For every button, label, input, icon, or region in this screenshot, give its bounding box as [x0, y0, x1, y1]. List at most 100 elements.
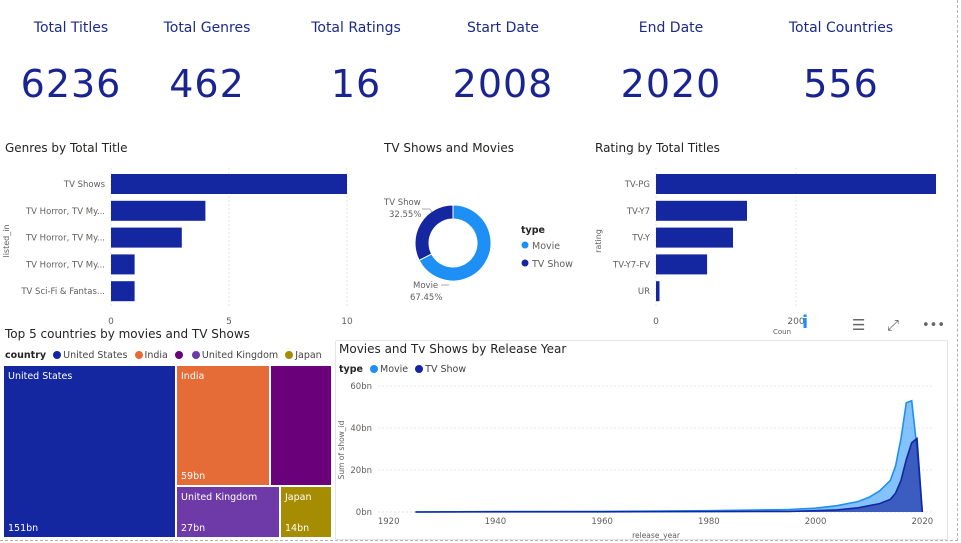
bar — [111, 227, 182, 248]
x-tick-label: 0 — [653, 317, 659, 327]
legend-item[interactable]: Japan — [295, 350, 322, 361]
treemap-cell-label: United Kingdom — [181, 492, 258, 503]
category-label: TV Shows — [63, 180, 106, 190]
genres-chart-title: Genres by Total Title — [5, 141, 128, 155]
category-label: UR — [638, 287, 650, 297]
rating-bar-chart: 0 200TV-PGTV-Y7TV-YTV-Y7-FVURratingCoun — [594, 168, 936, 336]
treemap-title: Top 5 countries by movies and TV Shows — [5, 327, 250, 341]
bar — [111, 200, 206, 221]
release-year-area-chart: 0bn 20bn 40bn 60bn 1920 1940 1960 1980 2000 2020 r… — [337, 382, 934, 540]
legend-item[interactable]: United Kingdom — [202, 350, 278, 361]
legend-dot — [415, 365, 424, 373]
x-tick-label: 2000 — [805, 517, 827, 527]
treemap-cell-label: United States — [8, 371, 73, 382]
legend-dot — [191, 351, 200, 359]
slice-percent-label: 32.55% — [389, 210, 421, 220]
release-year-legend: type Movie TV Show — [339, 364, 466, 375]
y-tick-label: 60bn — [350, 382, 372, 392]
rating-chart-title: Rating by Total Titles — [595, 141, 720, 155]
category-label: TV Horror, TV My... — [25, 260, 105, 270]
legend-dot — [134, 351, 143, 359]
treemap-cell-united-states[interactable]: United States 151bn — [3, 365, 176, 538]
kpi-label: Total Ratings — [311, 20, 401, 36]
category-label: TV Horror, TV My... — [25, 234, 105, 244]
treemap-cell-value: 27bn — [181, 523, 206, 534]
y-tick-label: 20bn — [350, 466, 372, 476]
x-tick-label: 5 — [226, 317, 232, 327]
bar — [111, 281, 135, 302]
legend-dot — [370, 365, 379, 373]
series-line — [415, 436, 924, 513]
legend-title: type — [339, 364, 363, 375]
y-tick-label: 0bn — [356, 508, 372, 518]
filter-icon[interactable]: ☰ — [852, 316, 865, 334]
x-tick-label: 1940 — [485, 517, 507, 527]
slice-category-label: Movie — [413, 281, 438, 291]
x-axis-label: release_year — [632, 531, 681, 540]
treemap-cell-unlabeled[interactable] — [270, 365, 332, 486]
category-label: TV-Y — [631, 234, 651, 244]
more-options-icon[interactable]: ••• — [922, 318, 945, 333]
legend-item[interactable]: United States — [63, 350, 127, 361]
kpi-value: 2008 — [452, 62, 554, 106]
kpi-label: Total Genres — [163, 20, 251, 36]
category-label: TV Horror, TV My... — [25, 207, 105, 217]
legend-dot — [53, 351, 62, 359]
x-axis-label: Coun — [773, 328, 791, 336]
treemap-cell-value: 59bn — [181, 471, 206, 482]
treemap-cell-united-kingdom[interactable]: United Kingdom 27bn — [176, 486, 280, 538]
series-area — [415, 438, 923, 512]
legend-item[interactable]: TV Show — [425, 364, 466, 375]
y-axis-label: listed_in — [2, 224, 11, 257]
y-axis-label: rating — [594, 229, 603, 253]
kpi-label: End Date — [638, 20, 704, 36]
x-tick-label: 2020 — [912, 517, 934, 527]
treemap-cell-india[interactable]: India 59bn — [176, 365, 270, 486]
series-line — [415, 399, 924, 513]
legend-dot — [174, 351, 183, 359]
x-tick-label: 1920 — [378, 517, 400, 527]
legend-title: type — [521, 225, 545, 236]
x-tick-label: 1980 — [698, 517, 720, 527]
focus-mode-icon[interactable]: ⤢ — [887, 316, 899, 334]
kpi-label: Start Date — [466, 20, 540, 36]
kpi-value: 2020 — [620, 62, 722, 106]
treemap-cell-label: India — [181, 371, 205, 382]
category-label: TV Sci-Fi & Fantas... — [20, 287, 105, 297]
type-donut-title: TV Shows and Movies — [384, 141, 514, 155]
legend-dot — [521, 241, 529, 249]
info-icon[interactable]: i — [802, 312, 808, 333]
type-donut-chart: TV Show 32.55% Movie 67.45% type Movie TV Show — [383, 198, 573, 303]
bar — [656, 200, 747, 221]
visual-header-toolbar: i ☰ ⤢ ••• — [800, 312, 945, 338]
kpi-value: 6236 — [20, 62, 122, 106]
treemap-cell-value: 14bn — [285, 523, 310, 534]
category-label: TV-Y7-FV — [612, 260, 650, 270]
y-axis-label: Sum of show_id — [337, 420, 346, 479]
bar — [656, 227, 733, 248]
y-tick-label: 40bn — [350, 424, 372, 434]
treemap-cell-label: Japan — [285, 492, 312, 503]
x-tick-label: 0 — [108, 317, 114, 327]
x-tick-label: 1960 — [591, 517, 613, 527]
slice-category-label: TV Show — [383, 198, 421, 208]
category-label: TV-PG — [624, 180, 650, 190]
legend-dot — [285, 351, 294, 359]
legend-dot — [521, 259, 529, 267]
bar — [656, 174, 936, 194]
bar — [656, 281, 660, 302]
genres-bar-chart: 0 5 10 TV Shows TV Horror, TV My... TV Horror… — [2, 168, 353, 327]
legend-item: Movie — [532, 241, 560, 252]
treemap-cell-japan[interactable]: Japan 14bn — [280, 486, 332, 538]
release-year-title: Movies and Tv Shows by Release Year — [339, 342, 567, 356]
legend-title: country — [5, 350, 47, 361]
kpi-label: Total Countries — [788, 20, 894, 36]
treemap-legend: country United States India United Kingd… — [5, 350, 322, 361]
treemap-cell-value: 151bn — [8, 523, 39, 534]
slice-percent-label: 67.45% — [410, 293, 442, 303]
legend-item[interactable]: Movie — [380, 364, 408, 375]
kpi-value: 16 — [330, 62, 382, 106]
bar — [111, 254, 135, 275]
legend-item[interactable]: India — [145, 350, 168, 361]
category-label: TV-Y7 — [626, 207, 650, 217]
